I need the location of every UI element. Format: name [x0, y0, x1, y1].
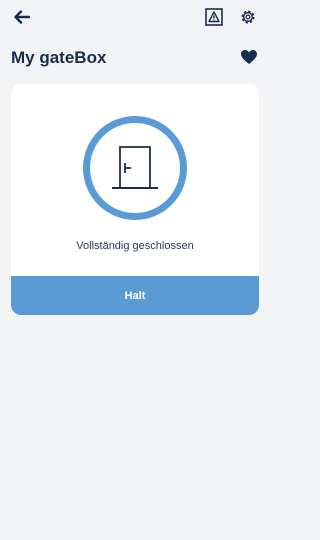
warning-triangle-icon[interactable]	[205, 8, 223, 26]
top-app-bar	[0, 0, 270, 36]
page-title: My gateBox	[11, 48, 107, 67]
gate-status-text: Vollständig geschlossen	[76, 240, 194, 252]
door-closed-icon	[112, 146, 158, 189]
back-arrow-icon[interactable]	[13, 8, 31, 26]
gate-status-card: Vollständig geschlossen Halt	[11, 84, 259, 315]
halt-button[interactable]: Halt	[11, 276, 259, 315]
gear-icon[interactable]	[239, 8, 257, 26]
heart-icon[interactable]	[240, 49, 258, 65]
door-status-ring	[83, 116, 187, 220]
